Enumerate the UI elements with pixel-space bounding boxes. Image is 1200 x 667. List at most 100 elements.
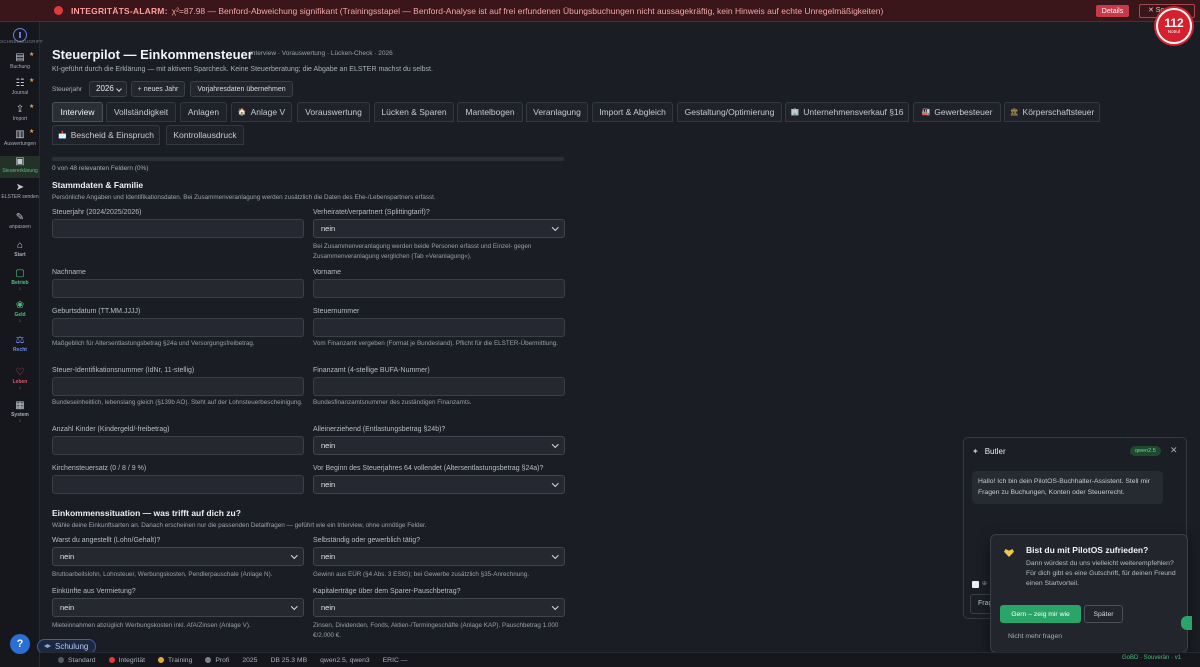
angestellt-select[interactable]: nein [52,547,304,566]
sidebar-group-label: Recht [13,347,27,353]
tab-körperschaftsteuer[interactable]: 🏛 Körperschaftsteuer [1004,102,1100,122]
status-item-label: 2025 [242,656,258,664]
finanzamt-label: Finanzamt (4-stellige BUFA-Nummer) [313,367,430,374]
steuerjahr-input[interactable] [52,219,304,238]
status-item-2[interactable]: Training [158,657,192,664]
geburtsdatum-input[interactable] [52,318,304,337]
sidebar-group-recht[interactable]: ⚖ Recht [0,335,40,353]
page-title: Steuerpilot — Einkommensteuer [52,47,253,62]
selbststaendig-label: Selbständig oder gewerblich tätig? [313,537,421,544]
steuernummer-input[interactable] [313,318,565,337]
tab-anlage-v[interactable]: 🏠 Anlage V [231,102,292,122]
status-item-label: Standard [68,656,96,664]
alarm-title: INTEGRITÄTS-ALARM: [71,5,168,16]
sidebar-group-start[interactable]: ⌂ Start [0,240,40,258]
tab-label: Lücken & Sparen [381,107,447,117]
tab-label: Kontrollausdruck [173,130,237,140]
sidebar-quickaccess-header: SCHNELLZUGRIFF [0,39,44,44]
sidebar-group-count: 1 [18,318,22,323]
sidebar-item-4[interactable]: ▣ Steuererklärung [0,156,40,178]
vollendet64-label: Vor Beginn des Steuerjahres 64 vollendet… [313,465,544,472]
sidebar-item-1[interactable]: ☷ Journal ★ [0,78,40,100]
status-bar: Standard Integrität Training Profi 2025 DB 25… [40,652,1200,667]
butler-checkbox-label: ⊕ [982,581,988,587]
recommend-button[interactable]: Gern – zeig mir wie [1000,605,1081,623]
law-icon: ⚖ [15,335,25,346]
sidebar-item-3[interactable]: ▥ Auswertungen ★ [0,129,40,151]
idnr-input[interactable] [52,377,304,396]
sidebar-item-label: ELSTER senden [1,194,39,200]
butler-title: Butler [984,447,1006,456]
tab-emoji-icon: 📩 [58,132,67,139]
vermietung-select[interactable]: nein [52,598,304,617]
selbststaendig-select[interactable]: nein [313,547,565,566]
sidebar-item-2[interactable]: ⇪ Import ★ [0,104,40,126]
nachname-label: Nachname [52,269,86,276]
sidebar-group-leben[interactable]: ♡ Leben 1 [0,367,40,390]
never-ask-link[interactable]: Nicht mehr fragen [1008,633,1062,640]
sidebar-group-betrieb[interactable]: ▢ Betrieb 1 [0,268,40,291]
kapital-select[interactable]: nein [313,598,565,617]
vorname-label: Vorname [313,269,342,276]
emergency-badge[interactable]: 112 Notruf [1156,8,1192,44]
sidebar-group-system[interactable]: ▦ System 1 [0,400,40,423]
status-item-4[interactable]: 2025 [242,657,257,664]
tab-gestaltung-optimierung[interactable]: Gestaltung/Optimierung [677,102,782,122]
status-item-6[interactable]: qwen2.5, qwen3 [320,657,370,664]
help-button[interactable]: ? [10,634,30,654]
nachname-input[interactable] [52,279,304,298]
finanzamt-input[interactable] [313,377,565,396]
tax-year-select[interactable]: 2026 [89,81,127,97]
tab-interview[interactable]: Interview [52,102,103,122]
verheiratet-select[interactable]: nein [313,219,565,238]
butler-checkbox[interactable] [972,581,979,588]
verheiratet-label: Verheiratet/verpartnert (Splittingtarif)… [313,209,430,216]
sidebar-group-geld[interactable]: ❀ Geld 1 [0,300,40,323]
chat-toggle-button[interactable] [1181,616,1192,630]
tab-import-abgleich[interactable]: Import & Abgleich [592,102,673,122]
tab-gewerbesteuer[interactable]: 🏭 Gewerbesteuer [913,102,1001,122]
status-right: GoBD · Souverän · v1 [1122,655,1182,661]
new-year-button[interactable]: + neues Jahr [131,81,185,97]
tab-vorauswertung[interactable]: Vorauswertung [297,102,370,122]
prior-year-button[interactable]: Vorjahresdaten übernehmen [190,81,293,97]
send-icon: ➤ [15,182,25,193]
sidebar-item-5[interactable]: ➤ ELSTER senden [0,182,40,204]
heart-icon [1004,549,1014,557]
status-item-1[interactable]: Integrität [108,657,145,664]
tab-vollständigkeit[interactable]: Vollständigkeit [106,102,176,122]
status-item-7[interactable]: ERIC — [383,657,408,664]
butler-close-icon[interactable]: ✕ [1170,445,1178,456]
tab-mantelbogen[interactable]: Mantelbogen [457,102,523,122]
tab-veranlagung[interactable]: Veranlagung [526,102,588,122]
section-desc-stammdaten: Persönliche Angaben und Identifikationsd… [52,194,436,201]
section-desc-einkommen: Wähle deine Einkunftsarten an. Danach er… [52,522,427,529]
tab-kontrollausdruck[interactable]: Kontrollausdruck [166,125,244,145]
sidebar-item-label: Auswertungen [4,141,36,147]
alarm-details-button[interactable]: Details [1096,5,1129,17]
status-item-0[interactable]: Standard [58,657,96,664]
verheiratet-hint: Bei Zusammenveranlagung werden beide Per… [313,243,532,260]
vollendet64-select[interactable]: nein [313,475,565,494]
tab-bescheid-einspruch[interactable]: 📩 Bescheid & Einspruch [52,125,160,145]
sidebar-item-6[interactable]: ✎ anpassen [0,212,40,234]
favorite-star-icon: ★ [29,52,35,58]
status-item-label: qwen2.5, qwen3 [320,656,370,664]
tab-unternehmensverkauf-16[interactable]: 🏢 Unternehmensverkauf §16 [785,102,909,122]
alleinerziehend-select[interactable]: nein [313,436,565,455]
home-icon: ⌂ [16,240,24,251]
tab-label: Interview [60,107,95,117]
breadcrumb: Interview · Vorauswertung · Lücken-Check… [250,50,393,57]
status-item-5[interactable]: DB 25.3 MB [270,657,307,664]
status-item-label: DB 25.3 MB [270,656,308,664]
vorname-input[interactable] [313,279,565,298]
kirchensteuer-input[interactable] [52,475,304,494]
status-dot-icon [205,657,212,663]
later-button[interactable]: Später [1084,605,1123,623]
sidebar-item-0[interactable]: ▤ Buchung ★ [0,52,40,74]
status-item-3[interactable]: Profi [205,657,229,664]
butler-message: Hallo! Ich bin dein PilotOS-Buchhalter-A… [972,471,1163,504]
tab-lücken-sparen[interactable]: Lücken & Sparen [374,102,454,122]
tab-anlagen[interactable]: Anlagen [180,102,227,122]
kinder-input[interactable] [52,436,304,455]
